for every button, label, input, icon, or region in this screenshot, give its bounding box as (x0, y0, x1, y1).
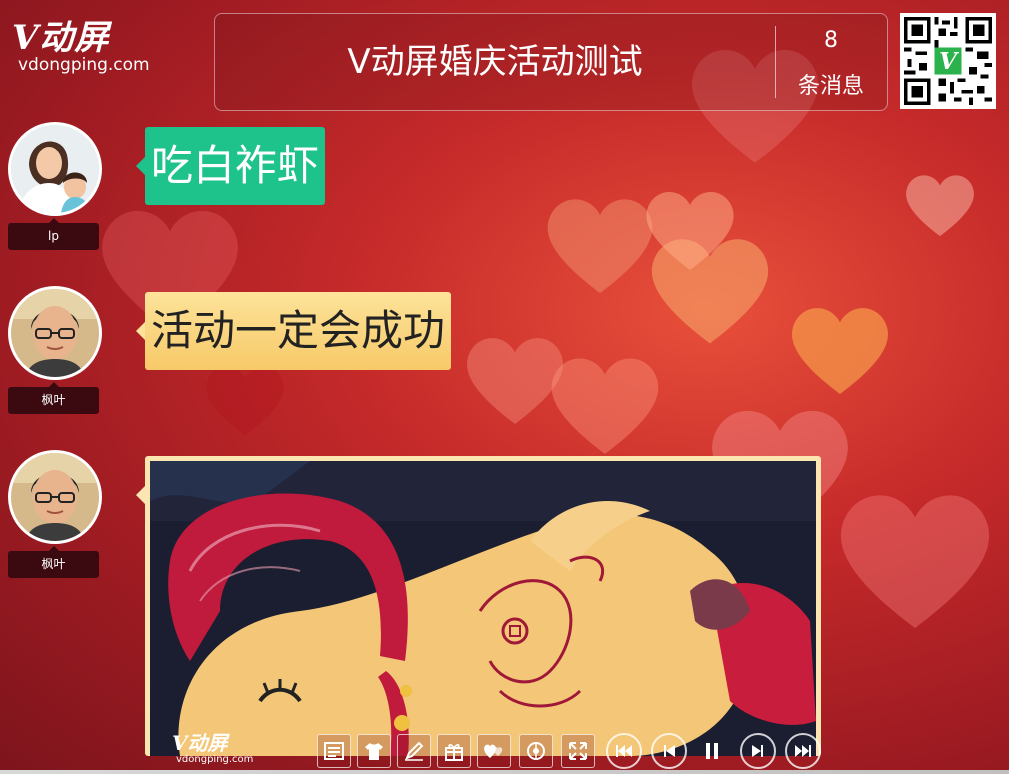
message-photo[interactable] (150, 461, 816, 756)
author-name: 枫叶 (8, 382, 99, 414)
svg-text:V: V (939, 48, 959, 75)
heart-decoration (640, 185, 740, 275)
logo-domain: vdongping.com (18, 55, 150, 75)
avatar (8, 450, 102, 544)
avatar (8, 286, 102, 380)
pen-icon[interactable] (397, 734, 431, 768)
heart-decoration (200, 360, 290, 440)
lottery-icon[interactable] (519, 734, 553, 768)
gift-icon[interactable] (437, 734, 471, 768)
qr-code-icon: V (900, 13, 996, 109)
hearts-icon[interactable] (477, 734, 511, 768)
message-count: 8 (824, 28, 838, 53)
message-image-bubble[interactable] (136, 456, 821, 756)
bottom-edge (0, 770, 1009, 774)
message-count-label: 条消息 (797, 74, 864, 99)
control-toolbar: V动屏 vdongping.com (0, 730, 1009, 774)
logo-brand: V动屏 (12, 18, 110, 58)
heart-decoration (900, 170, 980, 240)
list-icon[interactable] (317, 734, 351, 768)
message-bubble: 吃白祚虾 (135, 127, 326, 205)
event-title: V动屏婚庆活动测试 (347, 42, 643, 82)
message-bubble: 活动一定会成功 (135, 292, 452, 370)
author-name: lp (8, 218, 99, 250)
skip-first-icon[interactable] (606, 733, 642, 769)
pause-icon[interactable] (697, 735, 727, 767)
next-icon[interactable] (740, 733, 776, 769)
header-divider (775, 26, 776, 98)
fullscreen-icon[interactable] (561, 734, 595, 768)
toolbar-logo: V动屏 vdongping.com (172, 732, 253, 766)
avatar (8, 122, 102, 216)
heart-decoration (785, 300, 895, 400)
heart-decoration (540, 350, 670, 460)
heart-decoration (830, 480, 1000, 640)
shirt-icon[interactable] (357, 734, 391, 768)
event-header: V动屏婚庆活动测试 8 条消息 (214, 13, 888, 111)
brand-logo: V动屏 vdongping.com (12, 20, 150, 74)
author-name: 枫叶 (8, 546, 99, 578)
toolbar-domain: vdongping.com (176, 754, 254, 765)
prev-icon[interactable] (651, 733, 687, 769)
toolbar-brand: V动屏 (172, 731, 228, 755)
skip-last-icon[interactable] (785, 733, 821, 769)
